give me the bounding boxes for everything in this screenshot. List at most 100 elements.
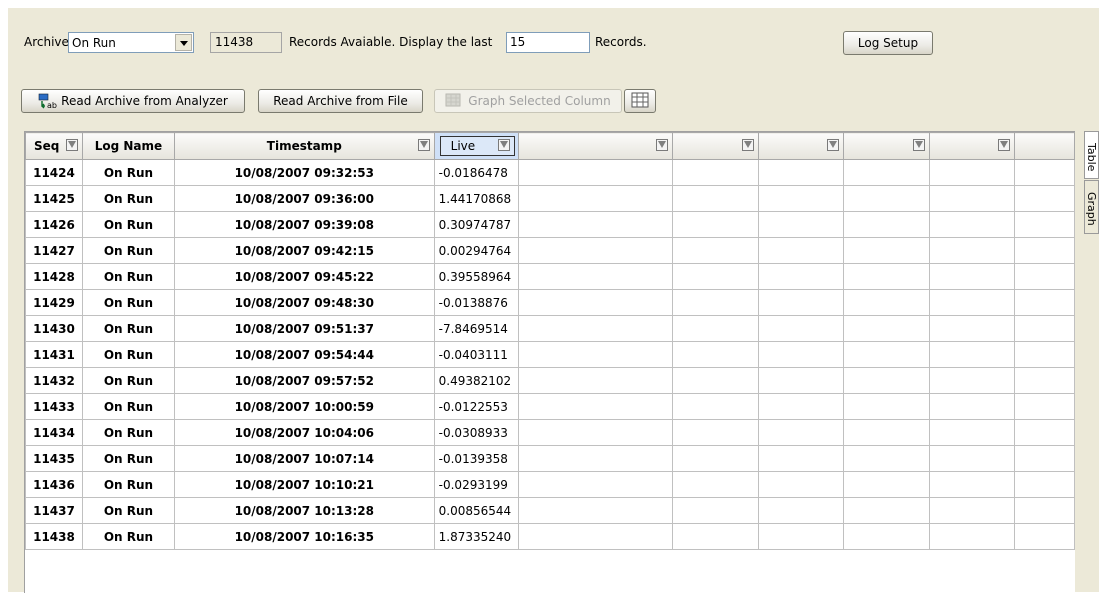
cell-empty[interactable] <box>929 471 1015 498</box>
cell-timestamp[interactable]: 10/08/2007 09:32:53 <box>173 159 435 186</box>
cell-empty[interactable] <box>843 237 931 264</box>
cell-timestamp[interactable]: 10/08/2007 10:13:28 <box>173 497 435 524</box>
column-header-timestamp[interactable]: Timestamp <box>173 132 435 160</box>
cell-seq[interactable]: 11427 <box>25 237 83 264</box>
cell-empty[interactable] <box>758 445 845 472</box>
filter-funnel-icon[interactable] <box>65 139 78 151</box>
column-header-seq[interactable]: Seq <box>25 132 83 160</box>
table-row[interactable]: 11434 On Run 10/08/2007 10:04:06 -0.0308933 <box>25 419 1075 446</box>
cell-empty[interactable] <box>1014 289 1075 316</box>
cell-timestamp[interactable]: 10/08/2007 10:16:35 <box>173 523 435 550</box>
table-row[interactable]: 11435 On Run 10/08/2007 10:07:14 -0.0139358 <box>25 445 1075 472</box>
cell-empty[interactable] <box>929 367 1015 394</box>
cell-timestamp[interactable]: 10/08/2007 09:57:52 <box>173 367 435 394</box>
cell-empty[interactable] <box>1014 367 1075 394</box>
cell-live[interactable]: 1.87335240 <box>433 523 519 550</box>
cell-timestamp[interactable]: 10/08/2007 10:00:59 <box>173 393 435 420</box>
cell-timestamp[interactable]: 10/08/2007 09:51:37 <box>173 315 435 342</box>
cell-empty[interactable] <box>1014 237 1075 264</box>
cell-seq[interactable]: 11433 <box>25 393 83 420</box>
cell-empty[interactable] <box>758 263 845 290</box>
cell-empty[interactable] <box>517 419 674 446</box>
cell-empty[interactable] <box>758 289 845 316</box>
table-row[interactable]: 11430 On Run 10/08/2007 09:51:37 -7.8469514 <box>25 315 1075 342</box>
cell-live[interactable]: 0.00856544 <box>433 497 519 524</box>
table-row[interactable]: 11427 On Run 10/08/2007 09:42:15 0.00294764 <box>25 237 1075 264</box>
cell-empty[interactable] <box>517 445 674 472</box>
cell-empty[interactable] <box>758 159 845 186</box>
cell-empty[interactable] <box>672 419 760 446</box>
cell-live[interactable]: 1.44170868 <box>433 185 519 212</box>
cell-log-name[interactable]: On Run <box>81 445 175 472</box>
tab-graph[interactable]: Graph <box>1084 180 1099 234</box>
cell-live[interactable]: -0.0122553 <box>433 393 519 420</box>
cell-empty[interactable] <box>843 315 931 342</box>
cell-empty[interactable] <box>758 497 845 524</box>
cell-empty[interactable] <box>1014 263 1075 290</box>
cell-empty[interactable] <box>758 211 845 238</box>
filter-funnel-icon[interactable] <box>742 139 755 151</box>
column-header-live[interactable]: Live <box>433 132 519 160</box>
cell-empty[interactable] <box>758 393 845 420</box>
cell-timestamp[interactable]: 10/08/2007 09:45:22 <box>173 263 435 290</box>
cell-empty[interactable] <box>1014 523 1075 550</box>
log-setup-button[interactable]: Log Setup <box>843 31 933 55</box>
cell-empty[interactable] <box>843 497 931 524</box>
cell-timestamp[interactable]: 10/08/2007 09:42:15 <box>173 237 435 264</box>
cell-empty[interactable] <box>843 367 931 394</box>
cell-empty[interactable] <box>517 289 674 316</box>
cell-empty[interactable] <box>672 367 760 394</box>
cell-log-name[interactable]: On Run <box>81 315 175 342</box>
table-row[interactable]: 11426 On Run 10/08/2007 09:39:08 0.30974787 <box>25 211 1075 238</box>
cell-empty[interactable] <box>1014 445 1075 472</box>
cell-empty[interactable] <box>843 471 931 498</box>
cell-log-name[interactable]: On Run <box>81 341 175 368</box>
column-header-log-name[interactable]: Log Name <box>81 132 175 160</box>
cell-empty[interactable] <box>517 471 674 498</box>
archive-select[interactable]: On Run <box>68 32 194 53</box>
cell-empty[interactable] <box>929 445 1015 472</box>
cell-empty[interactable] <box>517 367 674 394</box>
cell-live[interactable]: -0.0293199 <box>433 471 519 498</box>
cell-seq[interactable]: 11425 <box>25 185 83 212</box>
cell-empty[interactable] <box>843 263 931 290</box>
cell-empty[interactable] <box>758 367 845 394</box>
cell-empty[interactable] <box>929 263 1015 290</box>
cell-log-name[interactable]: On Run <box>81 159 175 186</box>
cell-empty[interactable] <box>1014 393 1075 420</box>
chevron-down-icon[interactable] <box>175 34 192 51</box>
read-archive-file-button[interactable]: Read Archive from File <box>258 89 423 113</box>
cell-empty[interactable] <box>1014 315 1075 342</box>
cell-empty[interactable] <box>758 523 845 550</box>
cell-empty[interactable] <box>672 471 760 498</box>
cell-live[interactable]: 0.49382102 <box>433 367 519 394</box>
cell-empty[interactable] <box>672 341 760 368</box>
cell-log-name[interactable]: On Run <box>81 497 175 524</box>
column-header-empty[interactable] <box>517 132 674 160</box>
cell-live[interactable]: -7.8469514 <box>433 315 519 342</box>
cell-empty[interactable] <box>929 315 1015 342</box>
table-row[interactable]: 11428 On Run 10/08/2007 09:45:22 0.39558964 <box>25 263 1075 290</box>
cell-empty[interactable] <box>843 185 931 212</box>
cell-live[interactable]: -0.0308933 <box>433 419 519 446</box>
cell-empty[interactable] <box>517 497 674 524</box>
cell-empty[interactable] <box>758 237 845 264</box>
cell-empty[interactable] <box>843 393 931 420</box>
cell-empty[interactable] <box>672 393 760 420</box>
cell-empty[interactable] <box>672 211 760 238</box>
cell-empty[interactable] <box>517 185 674 212</box>
cell-empty[interactable] <box>758 315 845 342</box>
cell-empty[interactable] <box>929 523 1015 550</box>
cell-timestamp[interactable]: 10/08/2007 09:39:08 <box>173 211 435 238</box>
column-header-empty[interactable] <box>843 132 931 160</box>
cell-empty[interactable] <box>758 185 845 212</box>
cell-empty[interactable] <box>1014 159 1075 186</box>
cell-empty[interactable] <box>1014 497 1075 524</box>
table-row[interactable]: 11437 On Run 10/08/2007 10:13:28 0.00856544 <box>25 497 1075 524</box>
cell-timestamp[interactable]: 10/08/2007 09:48:30 <box>173 289 435 316</box>
cell-empty[interactable] <box>1014 419 1075 446</box>
cell-empty[interactable] <box>843 289 931 316</box>
filter-funnel-icon[interactable] <box>913 139 926 151</box>
cell-empty[interactable] <box>929 393 1015 420</box>
cell-empty[interactable] <box>843 419 931 446</box>
